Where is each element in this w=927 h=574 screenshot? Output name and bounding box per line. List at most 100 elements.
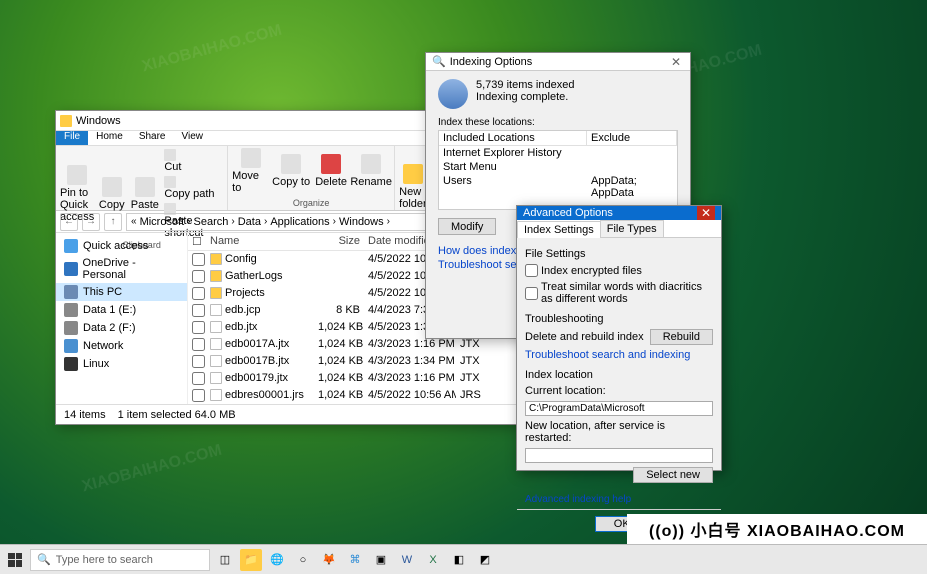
terminal-taskbar-icon[interactable]: ▣ (370, 549, 392, 571)
nav-item[interactable]: Quick access (56, 237, 187, 255)
index-locations-label: Index these locations: (426, 117, 690, 128)
copy-icon (102, 177, 122, 197)
chrome-taskbar-icon[interactable]: ○ (292, 549, 314, 571)
row-checkbox[interactable] (192, 372, 205, 385)
advanced-title: Advanced Options (523, 207, 613, 219)
status-bar: 14 items 1 item selected 64.0 MB (56, 404, 526, 424)
close-button[interactable]: ✕ (697, 206, 715, 220)
row-checkbox[interactable] (192, 321, 205, 334)
row-checkbox[interactable] (192, 270, 205, 283)
app-taskbar-icon[interactable]: ◧ (448, 549, 470, 571)
file-row[interactable]: edbres00001.jrs 1,024 KB 4/5/2022 10:56 … (188, 387, 526, 404)
row-checkbox[interactable] (192, 389, 205, 402)
current-location-field[interactable] (525, 401, 713, 416)
folder-icon (210, 253, 222, 265)
nav-item[interactable]: Data 1 (E:) (56, 301, 187, 319)
app2-taskbar-icon[interactable]: ◩ (474, 549, 496, 571)
nav-item[interactable]: Data 2 (F:) (56, 319, 187, 337)
header-size[interactable]: Size (314, 233, 364, 250)
folder-icon (60, 115, 72, 127)
rebuild-button[interactable]: Rebuild (650, 329, 713, 345)
copy-to-button[interactable]: Copy to (272, 148, 310, 194)
row-checkbox[interactable] (192, 304, 205, 317)
nav-item[interactable]: Linux (56, 355, 187, 373)
nav-label: Quick access (83, 240, 148, 252)
advanced-options-window: Advanced Options ✕ Index Settings File T… (516, 205, 722, 471)
locations-list[interactable]: Included Locations Exclude Internet Expl… (438, 130, 678, 210)
location-row[interactable]: Internet Explorer History (439, 146, 677, 160)
indexing-titlebar[interactable]: 🔍 Indexing Options ✕ (426, 53, 690, 71)
vscode-taskbar-icon[interactable]: ⌘ (344, 549, 366, 571)
task-view-button[interactable]: ◫ (214, 549, 236, 571)
move-to-button[interactable]: Move to (232, 148, 270, 194)
diacritics-checkbox[interactable] (525, 287, 538, 300)
header-included: Included Locations (439, 131, 587, 145)
nav-icon (64, 321, 78, 335)
row-checkbox[interactable] (192, 253, 205, 266)
file-settings-label: File Settings (525, 248, 713, 260)
nav-label: OneDrive - Personal (83, 257, 179, 281)
row-checkbox[interactable] (192, 338, 205, 351)
copy-path-icon (164, 176, 176, 188)
breadcrumb-segment[interactable]: Search (194, 216, 229, 228)
tab-file-types[interactable]: File Types (600, 220, 664, 237)
excel-taskbar-icon[interactable]: X (422, 549, 444, 571)
tab-view[interactable]: View (174, 131, 212, 145)
nav-label: Network (83, 340, 123, 352)
close-button[interactable]: ✕ (668, 55, 684, 69)
advanced-tabs: Index Settings File Types (517, 220, 721, 238)
tab-file[interactable]: File (56, 131, 88, 145)
new-location-field[interactable] (525, 448, 713, 463)
troubleshooting-label: Troubleshooting (525, 313, 713, 325)
tab-home[interactable]: Home (88, 131, 131, 145)
nav-icon (64, 262, 78, 276)
file-icon (210, 355, 222, 367)
forward-button[interactable]: → (82, 213, 100, 231)
edge-taskbar-icon[interactable]: 🌐 (266, 549, 288, 571)
index-location-label: Index location (525, 369, 713, 381)
file-icon (210, 338, 222, 350)
up-button[interactable]: ↑ (104, 213, 122, 231)
breadcrumb-segment[interactable]: Data (238, 216, 261, 228)
advanced-titlebar[interactable]: Advanced Options ✕ (517, 206, 721, 220)
explorer-taskbar-icon[interactable]: 📁 (240, 549, 262, 571)
cut-button[interactable]: Cut (162, 148, 223, 174)
index-encrypted-label: Index encrypted files (541, 265, 642, 277)
row-checkbox[interactable] (192, 355, 205, 368)
tab-index-settings[interactable]: Index Settings (517, 221, 601, 238)
folder-icon (210, 270, 222, 282)
location-row[interactable]: UsersAppData; AppData (439, 174, 677, 200)
start-button[interactable] (4, 549, 26, 571)
taskbar: 🔍Type here to search ◫ 📁 🌐 ○ 🦊 ⌘ ▣ W X ◧… (0, 544, 927, 574)
copy-path-button[interactable]: Copy path (162, 175, 223, 201)
file-row[interactable]: edb00179.jtx 1,024 KB 4/3/2023 1:16 PM J… (188, 370, 526, 387)
breadcrumb-segment[interactable]: Windows (339, 216, 384, 228)
word-taskbar-icon[interactable]: W (396, 549, 418, 571)
search-icon: 🔍 (37, 553, 51, 566)
location-row[interactable]: Start Menu (439, 160, 677, 174)
taskbar-search[interactable]: 🔍Type here to search (30, 549, 210, 571)
breadcrumb-segment[interactable]: Microsoft (140, 216, 185, 228)
nav-item[interactable]: This PC (56, 283, 187, 301)
select-new-button[interactable]: Select new (633, 467, 713, 483)
modify-button[interactable]: Modify (438, 218, 496, 235)
index-encrypted-checkbox[interactable] (525, 264, 538, 277)
rename-button[interactable]: Rename (352, 148, 390, 194)
breadcrumb-segment[interactable]: Applications (270, 216, 329, 228)
back-button[interactable]: ← (60, 213, 78, 231)
nav-item[interactable]: Network (56, 337, 187, 355)
troubleshoot-link[interactable]: Troubleshoot search and indexing (525, 349, 713, 361)
firefox-taskbar-icon[interactable]: 🦊 (318, 549, 340, 571)
breadcrumb-path[interactable]: « Microsoft › Search › Data › Applicatio… (126, 213, 438, 231)
tab-share[interactable]: Share (131, 131, 174, 145)
advanced-help-link[interactable]: Advanced indexing help (525, 494, 631, 505)
navigation-pane: Quick access OneDrive - Personal This PC… (56, 233, 188, 404)
nav-icon (64, 339, 78, 353)
indexing-title: Indexing Options (450, 56, 533, 68)
row-checkbox[interactable] (192, 287, 205, 300)
delete-button[interactable]: Delete (312, 148, 350, 194)
pin-icon (67, 165, 87, 185)
nav-item[interactable]: OneDrive - Personal (56, 255, 187, 283)
header-name[interactable]: Name (206, 233, 314, 250)
file-row[interactable]: edb0017B.jtx 1,024 KB 4/3/2023 1:34 PM J… (188, 353, 526, 370)
